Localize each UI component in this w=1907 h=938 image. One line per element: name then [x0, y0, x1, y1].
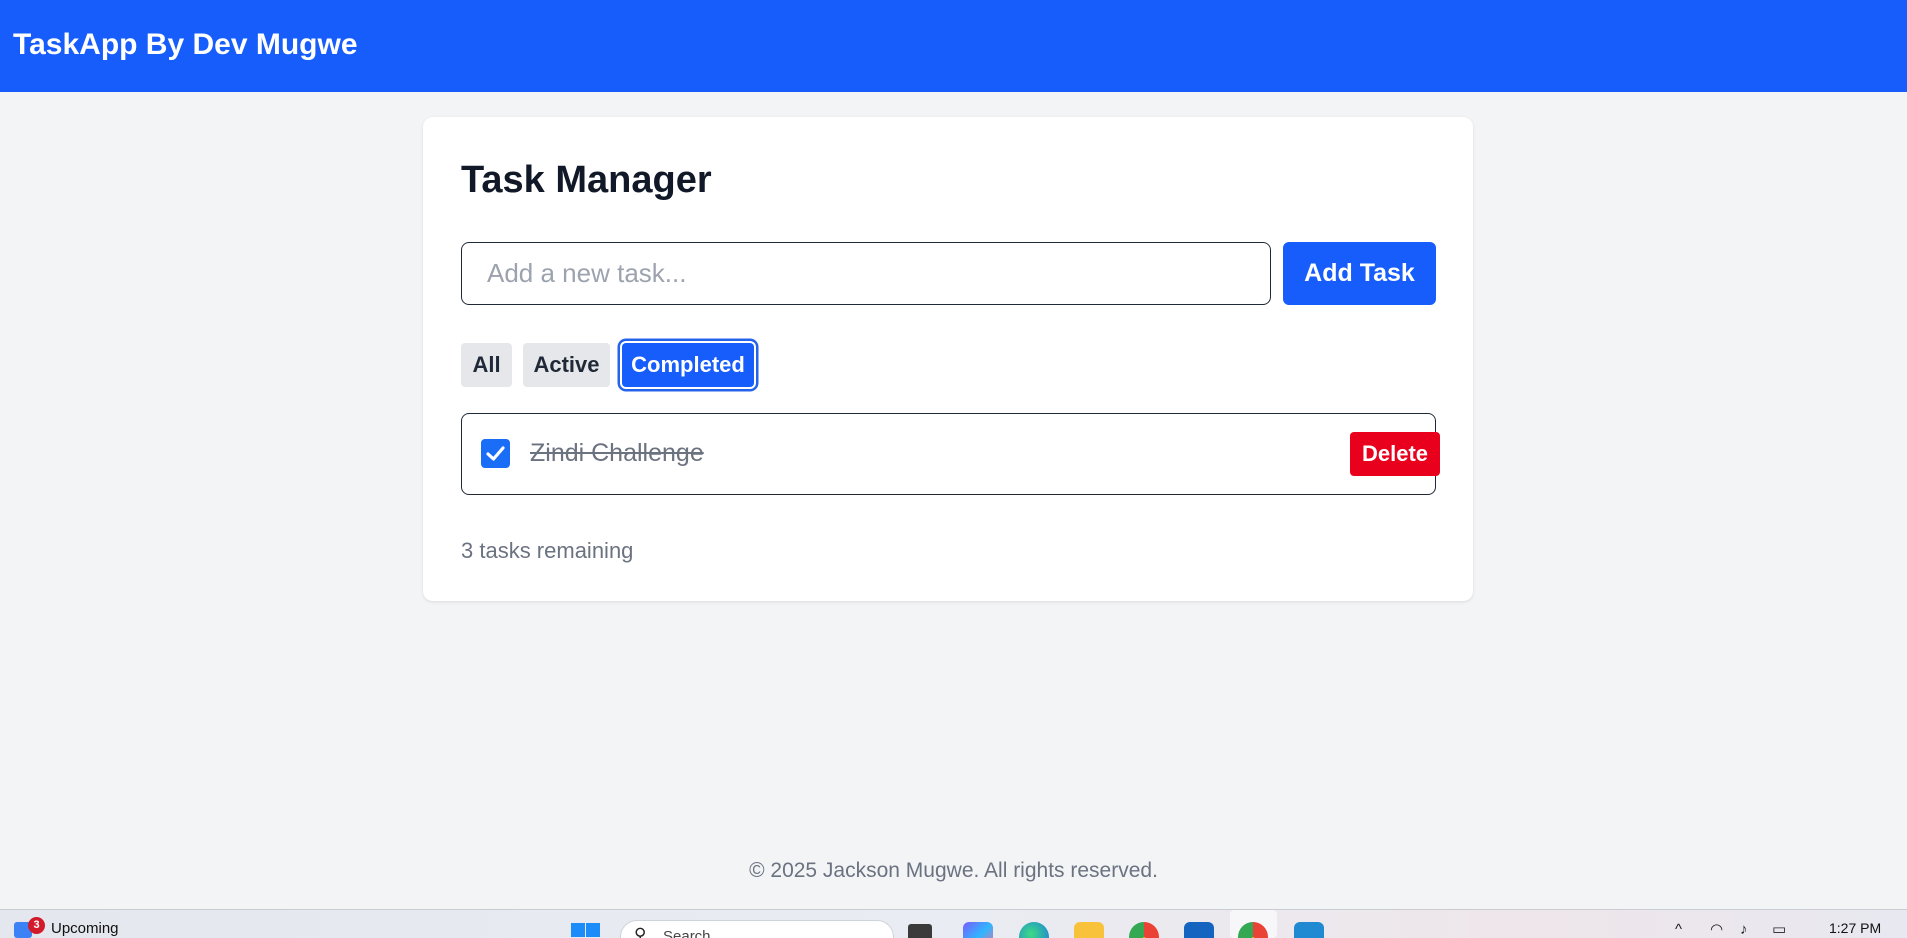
- battery-icon[interactable]: ▭: [1772, 921, 1786, 938]
- tray-chevron-icon[interactable]: ^: [1675, 921, 1682, 938]
- filter-active-button[interactable]: Active: [523, 343, 610, 387]
- volume-icon[interactable]: ♪: [1740, 921, 1748, 938]
- task-complete-checkbox[interactable]: [481, 439, 510, 468]
- task-card: Task Manager Add Task All Active Complet…: [423, 117, 1473, 601]
- filter-completed-button[interactable]: Completed: [622, 343, 754, 387]
- navbar: TaskApp By Dev Mugwe: [0, 0, 1907, 92]
- notification-badge: 3: [28, 917, 45, 934]
- filter-all-button[interactable]: All: [461, 343, 512, 387]
- copilot-icon[interactable]: [963, 922, 993, 938]
- page-title: Task Manager: [461, 159, 712, 201]
- delete-task-button[interactable]: Delete: [1350, 432, 1440, 476]
- wifi-icon[interactable]: ◠: [1710, 921, 1723, 938]
- taskbar-clock[interactable]: 1:27 PM: [1829, 919, 1881, 937]
- search-icon: ⚲: [634, 925, 647, 938]
- task-text: Zindi Challenge: [530, 439, 704, 467]
- store-icon[interactable]: [1184, 922, 1214, 938]
- widgets-button[interactable]: 3: [14, 917, 45, 938]
- edge-icon[interactable]: [1019, 922, 1049, 938]
- vscode-icon[interactable]: [1294, 922, 1324, 938]
- chrome-icon[interactable]: [1129, 922, 1159, 938]
- file-explorer-icon[interactable]: [1074, 922, 1104, 938]
- widgets-label[interactable]: Upcoming: [51, 920, 119, 938]
- taskbar: 3 Upcoming ⚲ Search ^ ◠ ♪ ▭ 1:27 PM: [0, 909, 1907, 938]
- brand-title: TaskApp By Dev Mugwe: [13, 28, 358, 61]
- add-task-button[interactable]: Add Task: [1283, 242, 1436, 305]
- task-view-icon[interactable]: [908, 924, 932, 938]
- tasks-remaining-count: 3 tasks remaining: [461, 538, 634, 563]
- check-icon: [486, 446, 505, 461]
- new-task-input[interactable]: [461, 242, 1271, 305]
- footer-copyright: © 2025 Jackson Mugwe. All rights reserve…: [749, 859, 1158, 882]
- task-item: Zindi Challenge Delete: [461, 413, 1440, 495]
- windows-start-icon[interactable]: [571, 923, 601, 938]
- taskbar-search[interactable]: ⚲ Search: [620, 920, 894, 938]
